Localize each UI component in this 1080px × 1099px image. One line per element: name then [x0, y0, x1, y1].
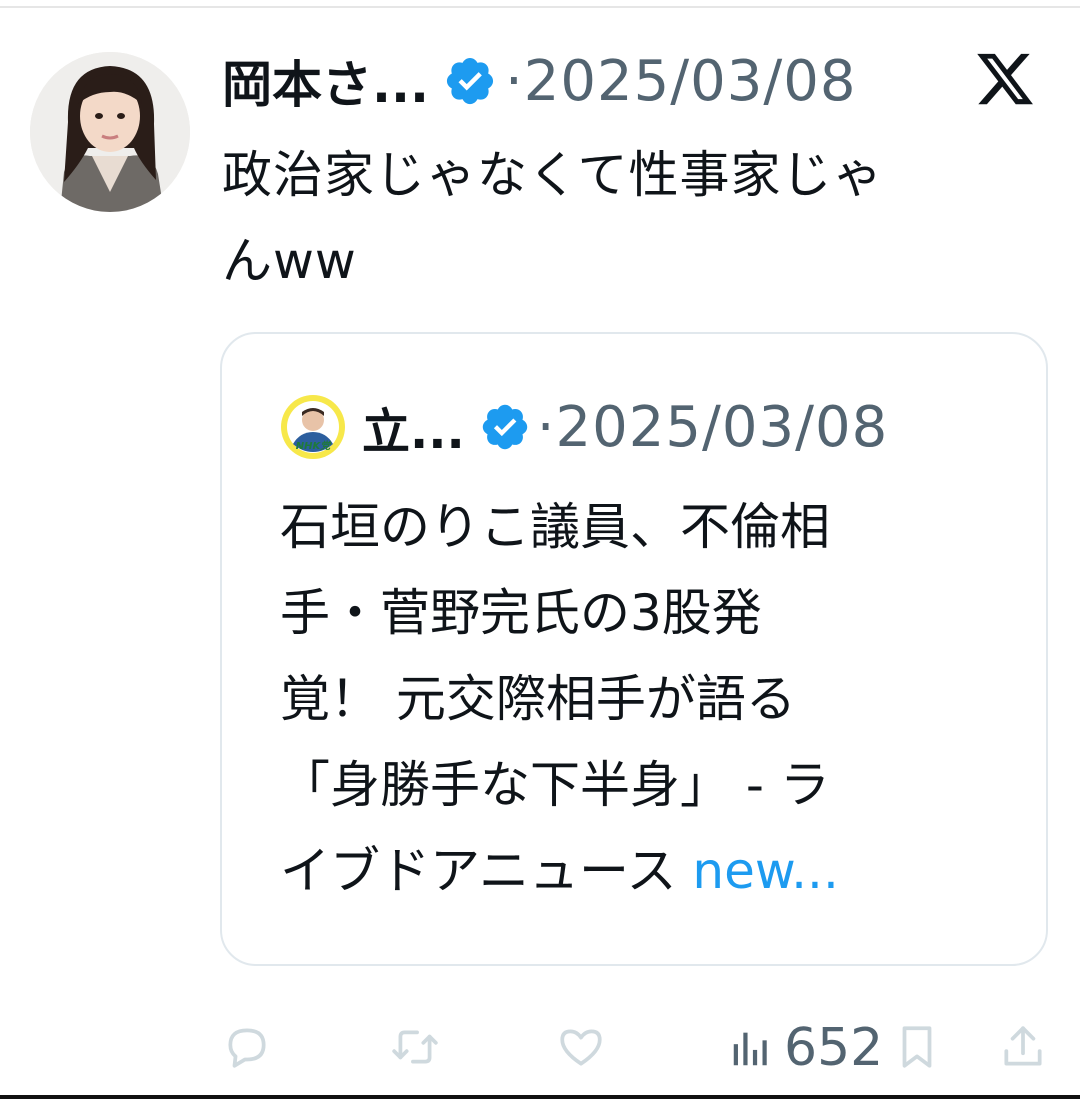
views-icon	[733, 1032, 767, 1066]
bottom-divider	[0, 1095, 1080, 1099]
bookmark-icon[interactable]	[892, 1022, 942, 1072]
top-divider	[0, 6, 1080, 8]
tweet-text-line: 政治家じゃなくて性事家じゃ	[222, 146, 884, 204]
author-name[interactable]: 岡本さ...	[222, 45, 429, 117]
quoted-tweet-header: NHK党 立... ·2025/03/08	[280, 392, 1020, 462]
quoted-author-name[interactable]: 立...	[362, 392, 465, 462]
quoted-text-line: 手・菅野完氏の3股発	[280, 584, 762, 642]
quoted-text-line: 覚！ 元交際相手が語る	[280, 670, 796, 728]
tweet-header: 岡本さ... ·2025/03/08	[222, 44, 1062, 118]
quoted-tweet-date[interactable]: ·2025/03/08	[537, 395, 889, 460]
tweet-text-line: んww	[222, 232, 357, 290]
quoted-text-line-content: イブドアニュース	[280, 842, 693, 900]
quoted-tweet-text: 石垣のりこ議員、不倫相 手・菅野完氏の3股発 覚！ 元交際相手が語る 「身勝手な…	[280, 484, 1000, 914]
retweet-icon[interactable]	[390, 1022, 440, 1072]
quoted-text-line: 石垣のりこ議員、不倫相	[280, 498, 830, 556]
views-counter[interactable]: 652	[728, 1016, 883, 1080]
x-logo-icon[interactable]	[974, 48, 1036, 110]
quoted-text-line: 「身勝手な下半身」 - ラ	[280, 756, 830, 814]
reply-icon[interactable]	[222, 1022, 272, 1072]
quoted-tweet-card[interactable]: NHK党 立... ·2025/03/08 石垣のりこ議員、不倫相 手・菅野完氏…	[220, 332, 1048, 966]
like-icon[interactable]	[556, 1022, 606, 1072]
verified-badge-icon	[446, 57, 494, 105]
author-avatar[interactable]	[30, 52, 190, 212]
tweet-action-bar: 652	[0, 1012, 1080, 1082]
avatar-image	[30, 52, 190, 212]
tweet-text: 政治家じゃなくて性事家じゃ んww	[222, 132, 1042, 304]
verified-badge-icon	[482, 404, 527, 450]
views-count: 652	[784, 1018, 884, 1078]
quoted-avatar-badge-text: NHK党	[296, 440, 332, 452]
share-icon[interactable]	[998, 1022, 1048, 1072]
quoted-author-avatar[interactable]: NHK党	[280, 394, 346, 460]
quoted-text-line: イブドアニュース new...	[280, 828, 1000, 914]
quoted-link[interactable]: new...	[692, 842, 838, 900]
tweet-date[interactable]: ·2025/03/08	[505, 49, 857, 114]
